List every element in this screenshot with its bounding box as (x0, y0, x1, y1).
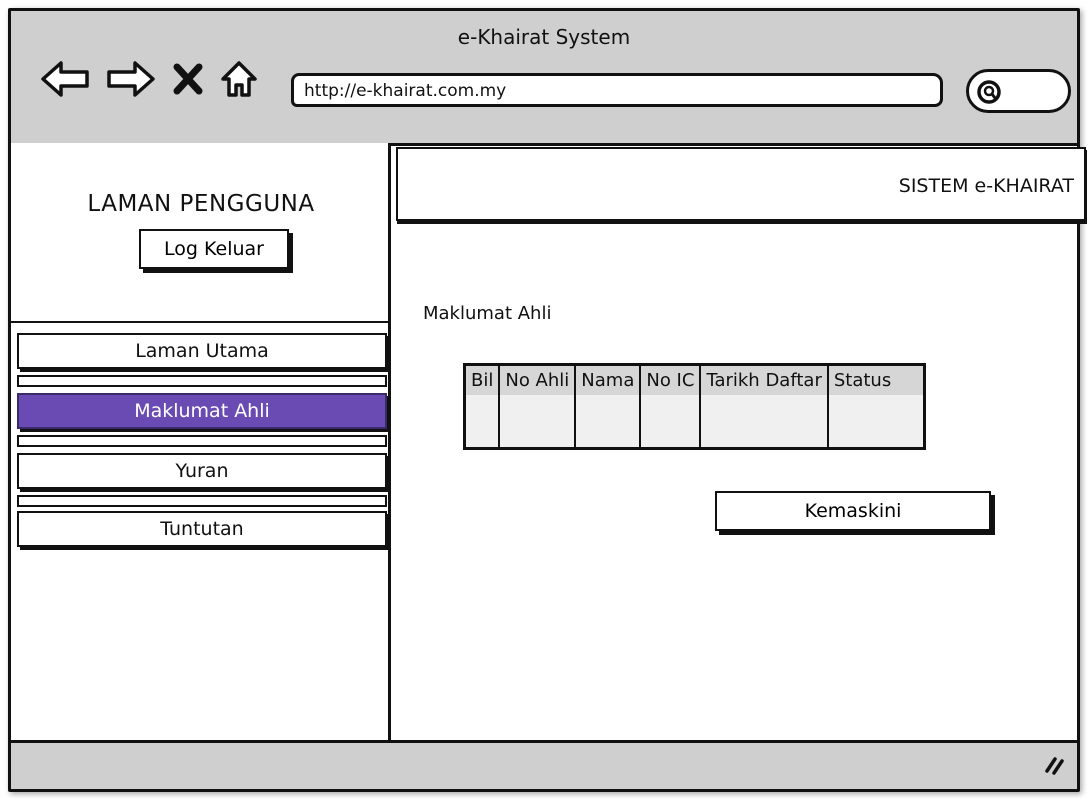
close-icon[interactable] (171, 61, 205, 97)
table-header-row: Bil No Ahli Nama No IC Tarikh Daftar Sta… (464, 364, 925, 395)
update-button[interactable]: Kemaskini (715, 491, 991, 531)
browser-toolbar: e-Khairat System http://e-khairat.com.my (11, 11, 1077, 146)
column-header-bil[interactable]: Bil (464, 364, 501, 395)
table-cell (464, 395, 501, 449)
user-page-title: LAMAN PENGGUNA (87, 191, 315, 217)
sidebar: LAMAN PENGGUNA Log Keluar Laman Utama Ma… (11, 143, 391, 747)
system-title: SISTEM e-KHAIRAT (898, 175, 1074, 197)
back-arrow-icon[interactable] (39, 59, 91, 99)
sidebar-separator (17, 435, 387, 447)
table-cell (828, 395, 925, 449)
browser-window: e-Khairat System http://e-khairat.com.my… (8, 8, 1086, 792)
column-header-status[interactable]: Status (827, 364, 925, 395)
member-table: Bil No Ahli Nama No IC Tarikh Daftar Sta… (463, 363, 926, 450)
window-title: e-Khairat System (457, 25, 631, 49)
sidebar-item-maklumat-ahli[interactable]: Maklumat Ahli (17, 393, 387, 429)
sidebar-item-laman-utama[interactable]: Laman Utama (17, 333, 387, 369)
column-header-no-ahli[interactable]: No Ahli (499, 364, 577, 395)
sidebar-separator (17, 375, 387, 387)
home-icon[interactable] (219, 59, 259, 99)
resize-grip-icon[interactable] (1041, 751, 1065, 779)
sidebar-divider (11, 321, 391, 323)
status-bar (11, 740, 1077, 789)
table-cell (575, 395, 642, 449)
logout-button[interactable]: Log Keluar (139, 229, 289, 269)
column-header-nama[interactable]: Nama (575, 364, 642, 395)
nav-icons (39, 59, 259, 99)
table-cell (499, 395, 577, 449)
column-header-no-ic[interactable]: No IC (640, 364, 702, 395)
table-row (464, 395, 925, 449)
header-panel: SISTEM e-KHAIRAT (396, 147, 1086, 221)
forward-arrow-icon[interactable] (105, 59, 157, 99)
sidebar-separator (17, 495, 387, 507)
sidebar-item-tuntutan[interactable]: Tuntutan (17, 511, 387, 547)
sidebar-item-yuran[interactable]: Yuran (17, 453, 387, 489)
url-input[interactable]: http://e-khairat.com.my (291, 73, 943, 107)
table-cell (700, 395, 829, 449)
table-cell (640, 395, 702, 449)
browser-search-field[interactable] (966, 69, 1071, 113)
section-title: Maklumat Ahli (423, 303, 552, 324)
column-header-tarikh-daftar[interactable]: Tarikh Daftar (700, 364, 829, 395)
